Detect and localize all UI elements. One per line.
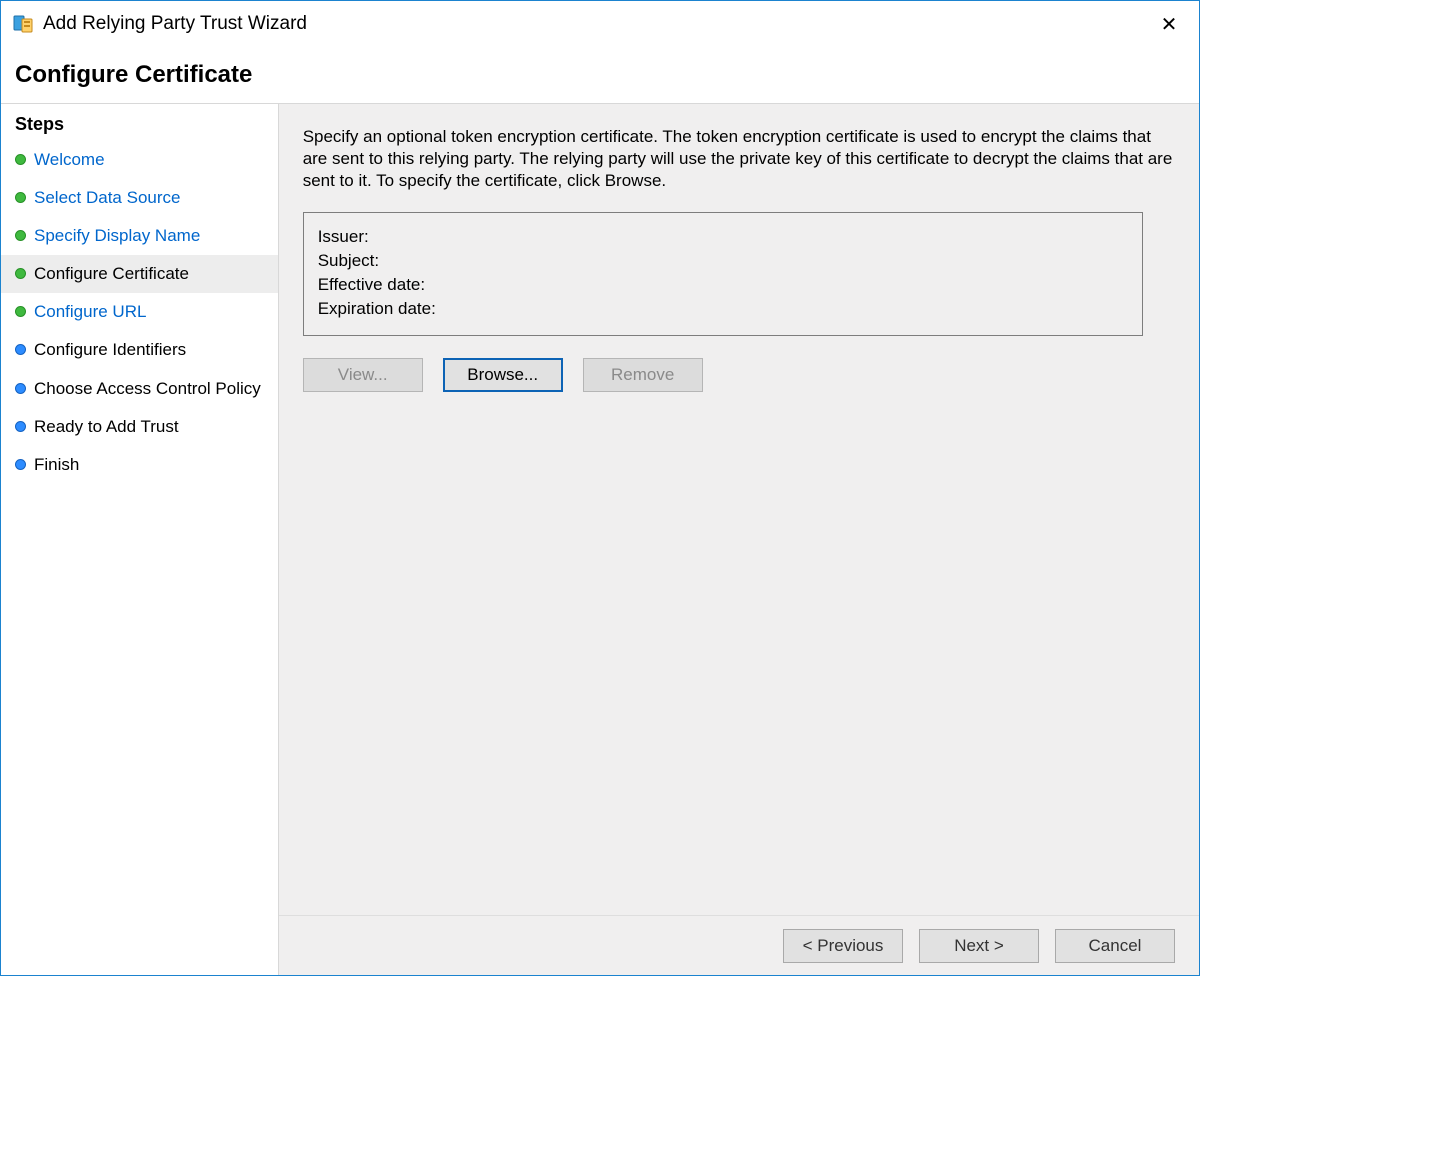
main-content: Specify an optional token encryption cer… <box>279 104 1199 915</box>
step-done-icon <box>15 192 26 203</box>
wizard-window: Add Relying Party Trust Wizard ✕ Configu… <box>0 0 1200 976</box>
cancel-button[interactable]: Cancel <box>1055 929 1175 963</box>
remove-button: Remove <box>583 358 703 392</box>
body-split: Steps Welcome Select Data Source Specify… <box>1 103 1199 975</box>
step-todo-icon <box>15 383 26 394</box>
browse-button[interactable]: Browse... <box>443 358 563 392</box>
page-title: Configure Certificate <box>15 61 1185 89</box>
previous-button[interactable]: < Previous <box>783 929 903 963</box>
cert-effective-label: Effective date: <box>318 275 425 295</box>
page-heading-row: Configure Certificate <box>1 45 1199 103</box>
step-done-icon <box>15 230 26 241</box>
cert-expiration-value <box>444 299 1128 319</box>
titlebar: Add Relying Party Trust Wizard ✕ <box>1 1 1199 45</box>
next-button[interactable]: Next > <box>919 929 1039 963</box>
close-icon[interactable]: ✕ <box>1149 9 1189 39</box>
steps-heading: Steps <box>1 114 278 141</box>
step-done-icon <box>15 306 26 317</box>
step-configure-certificate[interactable]: Configure Certificate <box>1 255 278 293</box>
certificate-details-box: Issuer: Subject: Effective date: Expirat… <box>303 212 1143 336</box>
step-label: Finish <box>34 454 79 476</box>
description-text: Specify an optional token encryption cer… <box>303 126 1175 192</box>
step-todo-icon <box>15 421 26 432</box>
step-configure-url[interactable]: Configure URL <box>1 293 278 331</box>
step-configure-identifiers[interactable]: Configure Identifiers <box>1 331 278 369</box>
cert-issuer-value <box>377 227 1128 247</box>
steps-sidebar: Steps Welcome Select Data Source Specify… <box>1 104 279 975</box>
step-label: Specify Display Name <box>34 225 200 247</box>
cert-expiration-label: Expiration date: <box>318 299 436 319</box>
step-todo-icon <box>15 344 26 355</box>
cert-issuer-label: Issuer: <box>318 227 369 247</box>
step-select-data-source[interactable]: Select Data Source <box>1 179 278 217</box>
step-choose-access-control-policy[interactable]: Choose Access Control Policy <box>1 370 278 408</box>
cert-subject-label: Subject: <box>318 251 379 271</box>
step-label: Choose Access Control Policy <box>34 378 261 400</box>
cert-button-row: View... Browse... Remove <box>303 358 1175 392</box>
step-label: Configure Identifiers <box>34 339 186 361</box>
step-welcome[interactable]: Welcome <box>1 141 278 179</box>
step-ready-to-add-trust[interactable]: Ready to Add Trust <box>1 408 278 446</box>
step-label: Ready to Add Trust <box>34 416 179 438</box>
step-todo-icon <box>15 459 26 470</box>
main-pane: Specify an optional token encryption cer… <box>279 104 1199 975</box>
step-label: Select Data Source <box>34 187 180 209</box>
wizard-app-icon <box>11 12 35 36</box>
cert-subject-value <box>387 251 1128 271</box>
step-specify-display-name[interactable]: Specify Display Name <box>1 217 278 255</box>
step-finish[interactable]: Finish <box>1 446 278 484</box>
step-label: Configure Certificate <box>34 263 189 285</box>
view-button: View... <box>303 358 423 392</box>
step-current-icon <box>15 268 26 279</box>
step-done-icon <box>15 154 26 165</box>
wizard-footer: < Previous Next > Cancel <box>279 915 1199 975</box>
window-title: Add Relying Party Trust Wizard <box>43 13 307 35</box>
cert-effective-value <box>433 275 1128 295</box>
step-label: Configure URL <box>34 301 146 323</box>
step-label: Welcome <box>34 149 105 171</box>
